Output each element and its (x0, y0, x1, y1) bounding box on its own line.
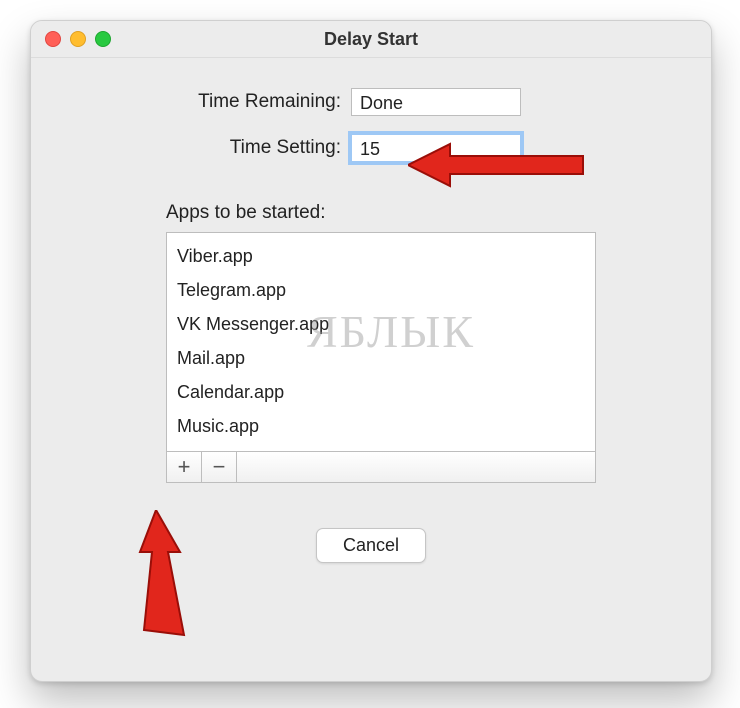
list-item[interactable]: Viber.app (177, 239, 585, 273)
traffic-lights (45, 31, 111, 47)
list-item[interactable]: VK Messenger.app (177, 307, 585, 341)
titlebar: Delay Start (31, 21, 711, 58)
close-icon[interactable] (45, 31, 61, 47)
dialog-window: Delay Start Time Remaining: Done Time Se… (30, 20, 712, 682)
button-bar-spacer (237, 451, 596, 483)
content-area: Time Remaining: Done Time Setting: 15 Ap… (31, 58, 711, 563)
row-time-setting: Time Setting: 15 (71, 134, 671, 162)
minimize-icon[interactable] (70, 31, 86, 47)
row-time-remaining: Time Remaining: Done (71, 88, 671, 116)
add-button[interactable]: + (166, 451, 202, 483)
cancel-button[interactable]: Cancel (316, 528, 426, 563)
window-title: Delay Start (31, 29, 711, 50)
cancel-label: Cancel (343, 535, 399, 555)
zoom-icon[interactable] (95, 31, 111, 47)
time-remaining-field[interactable]: Done (351, 88, 521, 116)
remove-button[interactable]: − (202, 451, 237, 483)
apps-label: Apps to be started: (166, 202, 596, 224)
list-item[interactable]: Music.app (177, 409, 585, 443)
apps-listbox[interactable]: Viber.app Telegram.app VK Messenger.app … (166, 232, 596, 452)
list-button-bar: + − (166, 451, 596, 483)
apps-section: Apps to be started: Viber.app Telegram.a… (166, 202, 596, 483)
time-remaining-label: Time Remaining: (71, 91, 351, 113)
list-item[interactable]: Calendar.app (177, 375, 585, 409)
time-setting-label: Time Setting: (71, 137, 351, 159)
list-item[interactable]: Telegram.app (177, 273, 585, 307)
time-setting-field[interactable]: 15 (351, 134, 521, 162)
plus-icon: + (178, 454, 191, 480)
cancel-row: Cancel (71, 528, 671, 563)
minus-icon: − (213, 454, 226, 480)
list-item[interactable]: Mail.app (177, 341, 585, 375)
